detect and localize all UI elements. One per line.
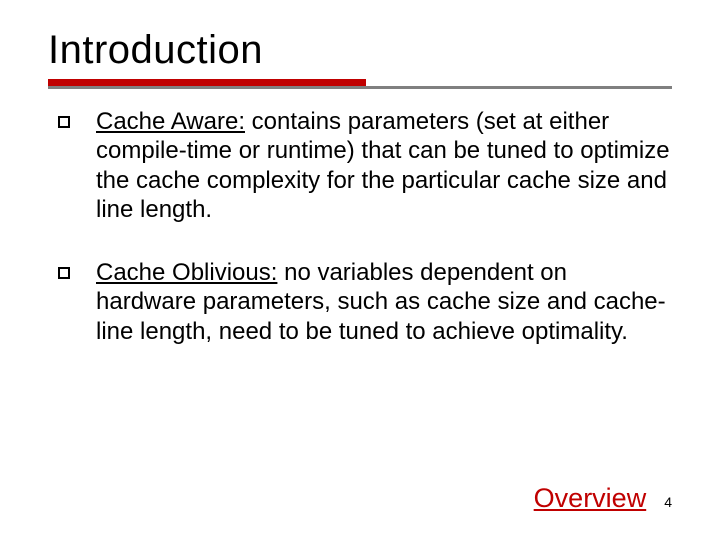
- bullet-text: Cache Oblivious: no variables dependent …: [96, 258, 672, 346]
- bullet-term: Cache Oblivious:: [96, 259, 277, 286]
- bullet-term: Cache Aware:: [96, 108, 245, 135]
- slide-footer: Overview 4: [534, 483, 672, 514]
- page-number: 4: [664, 494, 672, 510]
- overview-link[interactable]: Overview: [534, 483, 647, 514]
- slide-body: Cache Aware: contains parameters (set at…: [48, 107, 672, 346]
- slide: Introduction Cache Aware: contains param…: [0, 0, 720, 540]
- bullet-item: Cache Oblivious: no variables dependent …: [48, 258, 672, 346]
- title-rule: [48, 79, 672, 89]
- bullet-text: Cache Aware: contains parameters (set at…: [96, 107, 672, 224]
- rule-accent-bar: [48, 79, 366, 86]
- square-bullet-icon: [58, 116, 70, 128]
- square-bullet-icon: [58, 267, 70, 279]
- bullet-item: Cache Aware: contains parameters (set at…: [48, 107, 672, 224]
- slide-title: Introduction: [48, 28, 672, 73]
- rule-gray-bar: [48, 86, 672, 89]
